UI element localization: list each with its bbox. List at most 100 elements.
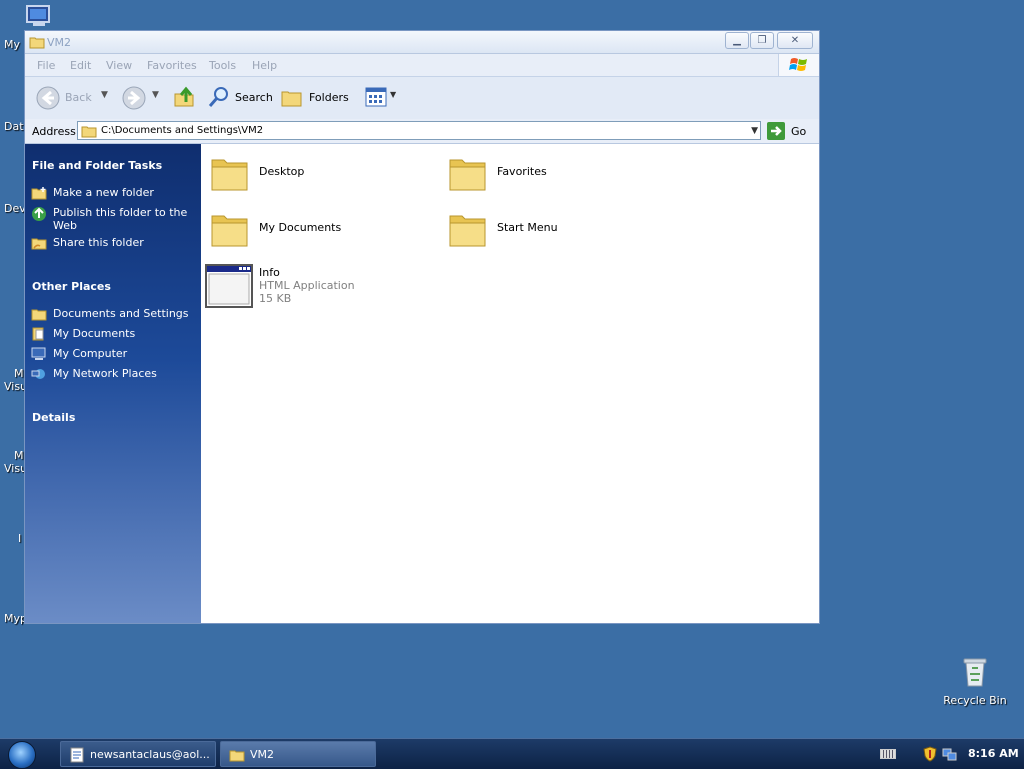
folder-item-desktop[interactable]: Desktop (209, 154, 409, 196)
menu-edit[interactable]: Edit (70, 59, 91, 72)
folder-item-favorites[interactable]: Favorites (447, 154, 647, 196)
forward-arrow-icon (122, 86, 146, 110)
desktop-label-clipped[interactable]: Dev (4, 202, 26, 215)
go-arrow-icon (767, 122, 785, 140)
my-network-places-link[interactable]: My Network Places (53, 367, 157, 380)
folders-label: Folders (309, 91, 349, 104)
taskbar-button-notepad[interactable]: newsantaclaus@aol... (60, 741, 216, 767)
views-button[interactable]: ▼ (365, 85, 399, 111)
desktop-label-clipped[interactable]: M (14, 449, 24, 462)
file-list: Desktop Favorites My Documents Start Men… (201, 144, 819, 623)
folder-icon (449, 215, 486, 247)
menu-bar: File Edit View Favorites Tools Help (25, 54, 819, 77)
file-item-info[interactable]: Info HTML Application 15 KB (205, 264, 405, 310)
folder-icon (449, 159, 486, 191)
title-bar[interactable]: VM2 ▁ ❐ ✕ (25, 31, 819, 54)
desktop-icon-recycle-bin[interactable]: Recycle Bin (940, 656, 1010, 710)
folder-name: Start Menu (497, 221, 558, 234)
folder-item-my-documents[interactable]: My Documents (209, 210, 409, 252)
folder-icon (211, 159, 248, 191)
desktop-label-clipped[interactable]: Dat (4, 120, 24, 133)
folder-name: Desktop (259, 165, 305, 178)
taskbar: newsantaclaus@aol... VM2 8:16 AM (0, 738, 1024, 769)
my-computer-link[interactable]: My Computer (53, 347, 127, 360)
menu-view[interactable]: View (106, 59, 132, 72)
make-new-folder-link[interactable]: Make a new folder (53, 186, 154, 199)
folder-icon (229, 750, 245, 762)
menu-file[interactable]: File (37, 59, 55, 72)
windows-logo (778, 54, 819, 76)
restore-button[interactable]: ❐ (750, 32, 774, 49)
windows-flag-icon (789, 58, 807, 71)
go-button[interactable]: Go (767, 122, 817, 140)
up-folder-button[interactable] (173, 85, 197, 111)
menu-help[interactable]: Help (252, 59, 277, 72)
up-folder-icon (174, 86, 194, 107)
network-icon[interactable] (942, 746, 958, 762)
recycle-bin-label: Recycle Bin (943, 694, 1007, 707)
publish-folder-link[interactable]: Publish this folder to the Web (53, 206, 193, 232)
address-label: Address (32, 125, 76, 138)
back-arrow-icon (36, 86, 60, 110)
folder-name: Favorites (497, 165, 547, 178)
address-value: C:\Documents and Settings\VM2 (101, 125, 264, 136)
taskbar-button-label: newsantaclaus@aol... (90, 748, 210, 761)
desktop-icon-my-computer[interactable] (24, 4, 54, 28)
forward-button[interactable]: ▼ (121, 85, 167, 111)
explorer-window: VM2 ▁ ❐ ✕ File Edit View Favorites Tools… (24, 30, 820, 624)
computer-icon (26, 5, 50, 26)
my-documents-icon (32, 327, 44, 341)
details-heading[interactable]: Details (32, 411, 75, 424)
my-documents-link[interactable]: My Documents (53, 327, 135, 340)
go-label: Go (791, 125, 807, 138)
security-shield-icon[interactable] (923, 746, 937, 762)
file-type: HTML Application (259, 279, 355, 292)
file-folder-tasks-heading[interactable]: File and Folder Tasks (32, 159, 162, 172)
other-places-heading[interactable]: Other Places (32, 280, 111, 293)
folder-icon (29, 37, 45, 49)
share-folder-link[interactable]: Share this folder (53, 236, 144, 249)
back-dropdown-icon[interactable]: ▼ (101, 90, 108, 100)
taskbar-button-vm2[interactable]: VM2 (220, 741, 376, 767)
recycle-bin-icon (963, 658, 987, 687)
views-dropdown-icon: ▼ (390, 90, 397, 99)
notepad-icon (70, 747, 84, 763)
file-size: 15 KB (259, 292, 292, 305)
desktop-label-clipped[interactable]: My (4, 38, 20, 51)
minimize-button[interactable]: ▁ (725, 32, 749, 49)
toolbar: Back ▼ ▼ Search Folders ▼ (25, 77, 819, 120)
folders-button[interactable]: Folders (281, 85, 351, 111)
menu-favorites[interactable]: Favorites (147, 59, 197, 72)
clock[interactable]: 8:16 AM (968, 747, 1019, 760)
close-button[interactable]: ✕ (777, 32, 813, 49)
back-button[interactable]: Back ▼ (35, 85, 115, 111)
search-label: Search (235, 91, 273, 104)
keyboard-icon[interactable] (880, 749, 896, 759)
new-folder-icon (31, 187, 47, 200)
menu-tools[interactable]: Tools (209, 59, 236, 72)
share-folder-icon (31, 238, 47, 250)
task-pane: File and Folder Tasks Make a new folder … (25, 144, 201, 623)
search-button[interactable]: Search (207, 85, 273, 111)
desktop-label-clipped[interactable]: I (18, 532, 21, 545)
html-application-icon (205, 264, 253, 308)
folder-icon (81, 126, 97, 138)
views-icon (365, 87, 387, 107)
search-icon (208, 87, 228, 107)
start-button[interactable] (8, 741, 36, 769)
forward-dropdown-icon[interactable]: ▼ (152, 90, 159, 100)
folder-icon (211, 215, 248, 247)
window-title: VM2 (47, 36, 72, 49)
address-input[interactable]: C:\Documents and Settings\VM2 ▼ (77, 121, 761, 140)
file-name: Info (259, 266, 280, 279)
address-dropdown-icon[interactable]: ▼ (751, 126, 758, 136)
folder-item-start-menu[interactable]: Start Menu (447, 210, 647, 252)
network-places-icon (31, 369, 45, 379)
address-bar: Address C:\Documents and Settings\VM2 ▼ … (25, 119, 819, 144)
documents-and-settings-link[interactable]: Documents and Settings (53, 307, 189, 320)
folder-icon (31, 309, 47, 321)
desktop-label-clipped[interactable]: M (14, 367, 24, 380)
folder-name: My Documents (259, 221, 342, 234)
folders-icon (281, 91, 302, 107)
taskbar-button-label: VM2 (250, 748, 275, 761)
